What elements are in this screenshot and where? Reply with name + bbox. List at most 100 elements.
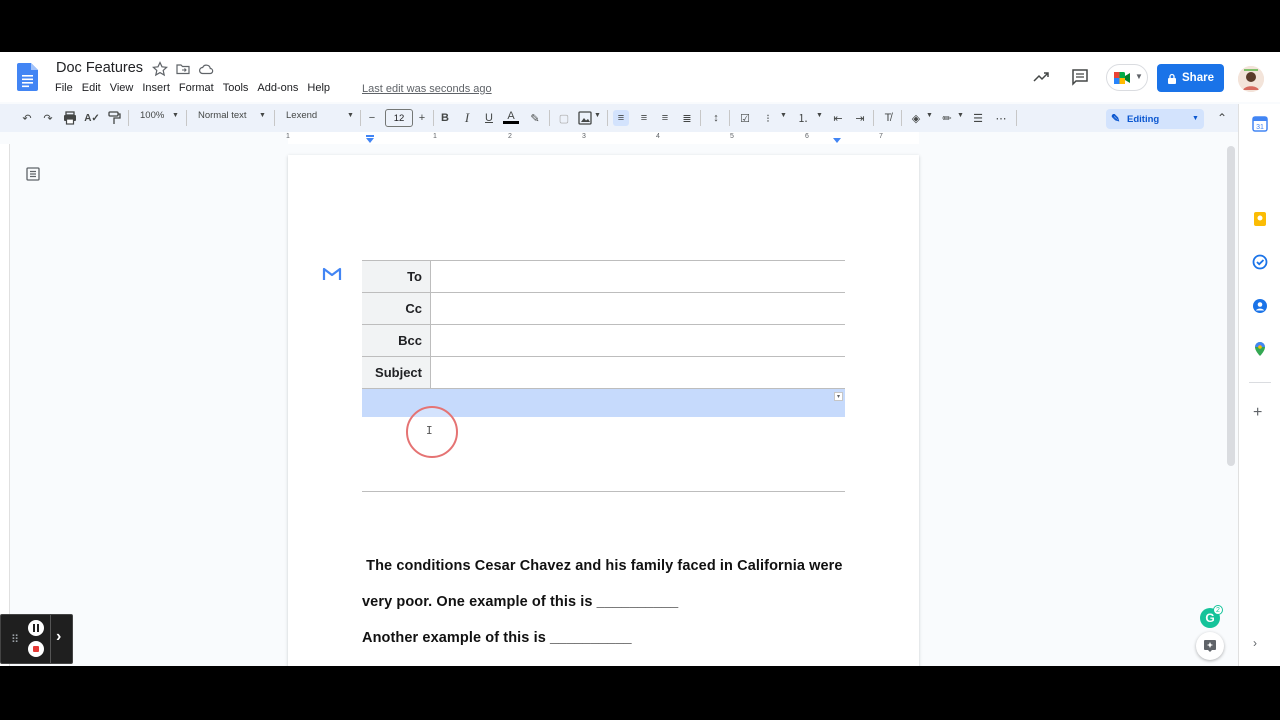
email-cc-field[interactable]	[431, 293, 845, 324]
stop-recording-button[interactable]	[28, 641, 44, 657]
border-color-dropdown-icon[interactable]: ▼	[957, 112, 964, 119]
drag-handle-icon[interactable]: ⠿	[11, 633, 19, 646]
email-bcc-field[interactable]	[431, 325, 845, 356]
justify-icon[interactable]: ≣	[679, 110, 695, 126]
checklist-icon[interactable]: ☑	[737, 110, 753, 126]
email-cc-row[interactable]: Cc	[362, 292, 845, 324]
ruler-number: 4	[656, 133, 660, 140]
maps-icon[interactable]	[1252, 341, 1268, 357]
decrease-indent-icon[interactable]: ⇤	[830, 110, 846, 126]
expand-recorder-icon[interactable]: ›	[56, 628, 61, 646]
decrease-font-size-icon[interactable]: −	[364, 110, 380, 126]
fill-dropdown-icon[interactable]: ▼	[926, 112, 933, 119]
menu-help[interactable]: Help	[307, 82, 330, 94]
pause-recording-button[interactable]	[28, 620, 44, 636]
comment-history-icon[interactable]	[1071, 68, 1089, 86]
share-button[interactable]: Share	[1157, 64, 1224, 92]
document-line-2[interactable]: very poor. One example of this is ______…	[362, 594, 678, 610]
spellcheck-icon[interactable]: A✓	[84, 110, 100, 126]
cell-background-color-icon[interactable]: ◈	[908, 110, 924, 126]
image-dropdown-icon[interactable]: ▼	[594, 112, 601, 119]
font-select[interactable]: Lexend	[286, 110, 317, 121]
menu-add-ons[interactable]: Add-ons	[257, 82, 298, 94]
paragraph-style-select[interactable]: Normal text	[198, 110, 247, 121]
add-addon-icon[interactable]: +	[1253, 404, 1262, 422]
document-line-3[interactable]: Another example of this is __________	[362, 630, 632, 646]
contacts-icon[interactable]	[1252, 298, 1268, 314]
menu-format[interactable]: Format	[179, 82, 214, 94]
meet-dropdown-icon: ▼	[1135, 72, 1143, 81]
increase-indent-icon[interactable]: ⇥	[852, 110, 868, 126]
zoom-dropdown-icon[interactable]: ▼	[172, 112, 179, 119]
menu-edit[interactable]: Edit	[82, 82, 101, 94]
style-dropdown-icon[interactable]: ▼	[259, 112, 266, 119]
editing-mode-select[interactable]: ✎ Editing ▼	[1106, 109, 1204, 129]
increase-font-size-icon[interactable]: +	[414, 110, 430, 126]
activity-trend-icon[interactable]	[1032, 68, 1050, 86]
show-side-panel-icon[interactable]: ›	[1253, 636, 1257, 650]
bold-icon[interactable]: B	[437, 110, 453, 126]
email-subject-row[interactable]: Subject	[362, 356, 845, 388]
meet-button[interactable]: ▼	[1106, 64, 1148, 91]
print-icon[interactable]	[62, 110, 78, 126]
bullet-dropdown-icon[interactable]: ▼	[780, 112, 787, 119]
editing-dropdown-icon: ▼	[1192, 115, 1199, 122]
menu-insert[interactable]: Insert	[142, 82, 170, 94]
email-to-row[interactable]: To	[362, 260, 845, 292]
ruler-number: 1	[433, 133, 437, 140]
numbered-list-icon[interactable]: ⒈	[795, 110, 811, 126]
bulleted-list-icon[interactable]: ⁝	[760, 110, 776, 126]
tasks-icon[interactable]	[1252, 254, 1268, 270]
undo-icon[interactable]: ↶	[19, 110, 35, 126]
cloud-saved-icon[interactable]	[198, 61, 214, 77]
cell-menu-dropdown-icon[interactable]: ▾	[834, 392, 843, 401]
align-left-icon[interactable]: ≡	[613, 110, 629, 126]
italic-icon[interactable]: I	[459, 110, 475, 126]
document-title[interactable]: Doc Features	[56, 60, 143, 76]
calendar-icon[interactable]: 31	[1252, 116, 1268, 132]
underline-icon[interactable]: U	[481, 110, 497, 126]
paint-format-icon[interactable]	[106, 110, 122, 126]
document-line-1[interactable]: The conditions Cesar Chavez and his fami…	[362, 558, 843, 574]
line-spacing-icon[interactable]: ↕	[708, 110, 724, 126]
user-avatar[interactable]	[1238, 66, 1264, 92]
align-center-icon[interactable]: ≡	[636, 110, 652, 126]
vertical-ruler[interactable]	[0, 144, 10, 666]
menu-file[interactable]: File	[55, 82, 73, 94]
right-indent-marker-icon[interactable]	[832, 135, 842, 144]
border-width-icon[interactable]: ☰	[970, 110, 986, 126]
docs-logo-icon[interactable]	[17, 63, 38, 91]
email-bcc-row[interactable]: Bcc	[362, 324, 845, 356]
menu-tools[interactable]: Tools	[223, 82, 249, 94]
star-icon[interactable]	[152, 61, 168, 77]
email-to-field[interactable]	[431, 261, 845, 292]
keep-icon[interactable]	[1252, 211, 1268, 227]
menu-view[interactable]: View	[110, 82, 134, 94]
vertical-scrollbar[interactable]	[1227, 146, 1235, 466]
clear-formatting-icon[interactable]: T̸	[880, 110, 896, 126]
insert-image-icon[interactable]	[577, 110, 593, 126]
last-edit-link[interactable]: Last edit was seconds ago	[362, 83, 492, 95]
collapse-menus-icon[interactable]: ⌃	[1214, 110, 1230, 126]
email-subject-field[interactable]	[431, 357, 845, 388]
menu-bar: File Edit View Insert Format Tools Add-o…	[55, 82, 339, 94]
document-outline-icon[interactable]	[25, 166, 41, 182]
insert-link-icon[interactable]: ▢	[556, 110, 572, 126]
number-dropdown-icon[interactable]: ▼	[816, 112, 823, 119]
zoom-select[interactable]: 100%	[140, 110, 164, 121]
redo-icon[interactable]: ↷	[40, 110, 56, 126]
move-folder-icon[interactable]	[175, 61, 191, 77]
horizontal-ruler[interactable]: 1 1 2 3 4 5 6 7	[286, 132, 919, 144]
highlight-color-icon[interactable]: ✎	[527, 110, 543, 126]
explore-button[interactable]	[1196, 632, 1224, 660]
left-indent-marker-icon[interactable]	[365, 135, 375, 144]
align-right-icon[interactable]: ≡	[657, 110, 673, 126]
text-color-icon[interactable]: A	[503, 110, 519, 124]
gmail-draft-icon[interactable]	[322, 266, 342, 282]
ruler-number: 3	[582, 133, 586, 140]
font-size-input[interactable]: 12	[385, 109, 413, 127]
border-color-icon[interactable]: ✏	[939, 110, 955, 126]
pencil-icon: ✎	[1111, 113, 1121, 125]
font-dropdown-icon[interactable]: ▼	[347, 112, 354, 119]
border-dash-icon[interactable]: ⋯	[993, 110, 1009, 126]
